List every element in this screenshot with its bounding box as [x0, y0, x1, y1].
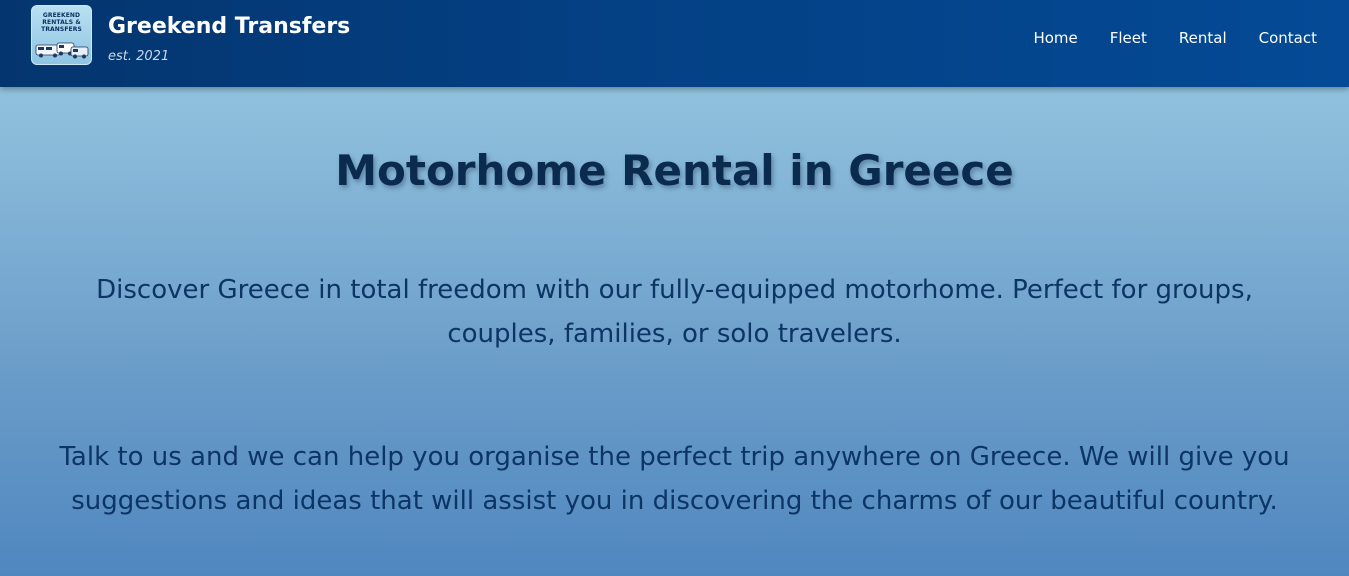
logo-line-3: TRANSFERS [41, 26, 82, 33]
vans-logo-icon [35, 42, 89, 59]
nav-fleet-link[interactable]: Fleet [1110, 29, 1147, 47]
brand-logo[interactable]: GREEKEND RENTALS & TRANSFERS [31, 5, 92, 65]
intro-paragraph: Discover Greece in total freedom with ou… [96, 275, 1253, 349]
logo-text: GREEKEND RENTALS & TRANSFERS [32, 12, 91, 33]
nav-contact-link[interactable]: Contact [1259, 29, 1317, 47]
main-nav: Home Fleet Rental Contact [1033, 29, 1317, 47]
contact-paragraph: Talk to us and we can help you organise … [59, 442, 1290, 516]
page-headline: Motorhome Rental in Greece [335, 146, 1014, 195]
brand-subtitle: est. 2021 [108, 49, 170, 64]
logo-line-1: GREEKEND [42, 12, 81, 19]
nav-rental-link[interactable]: Rental [1179, 29, 1227, 47]
site-header: GREEKEND RENTALS & TRANSFERS Greekend Tr… [0, 0, 1349, 87]
nav-home-link[interactable]: Home [1033, 29, 1077, 47]
logo-line-2: RENTALS & [42, 19, 81, 26]
brand-title[interactable]: Greekend Transfers [108, 14, 350, 39]
